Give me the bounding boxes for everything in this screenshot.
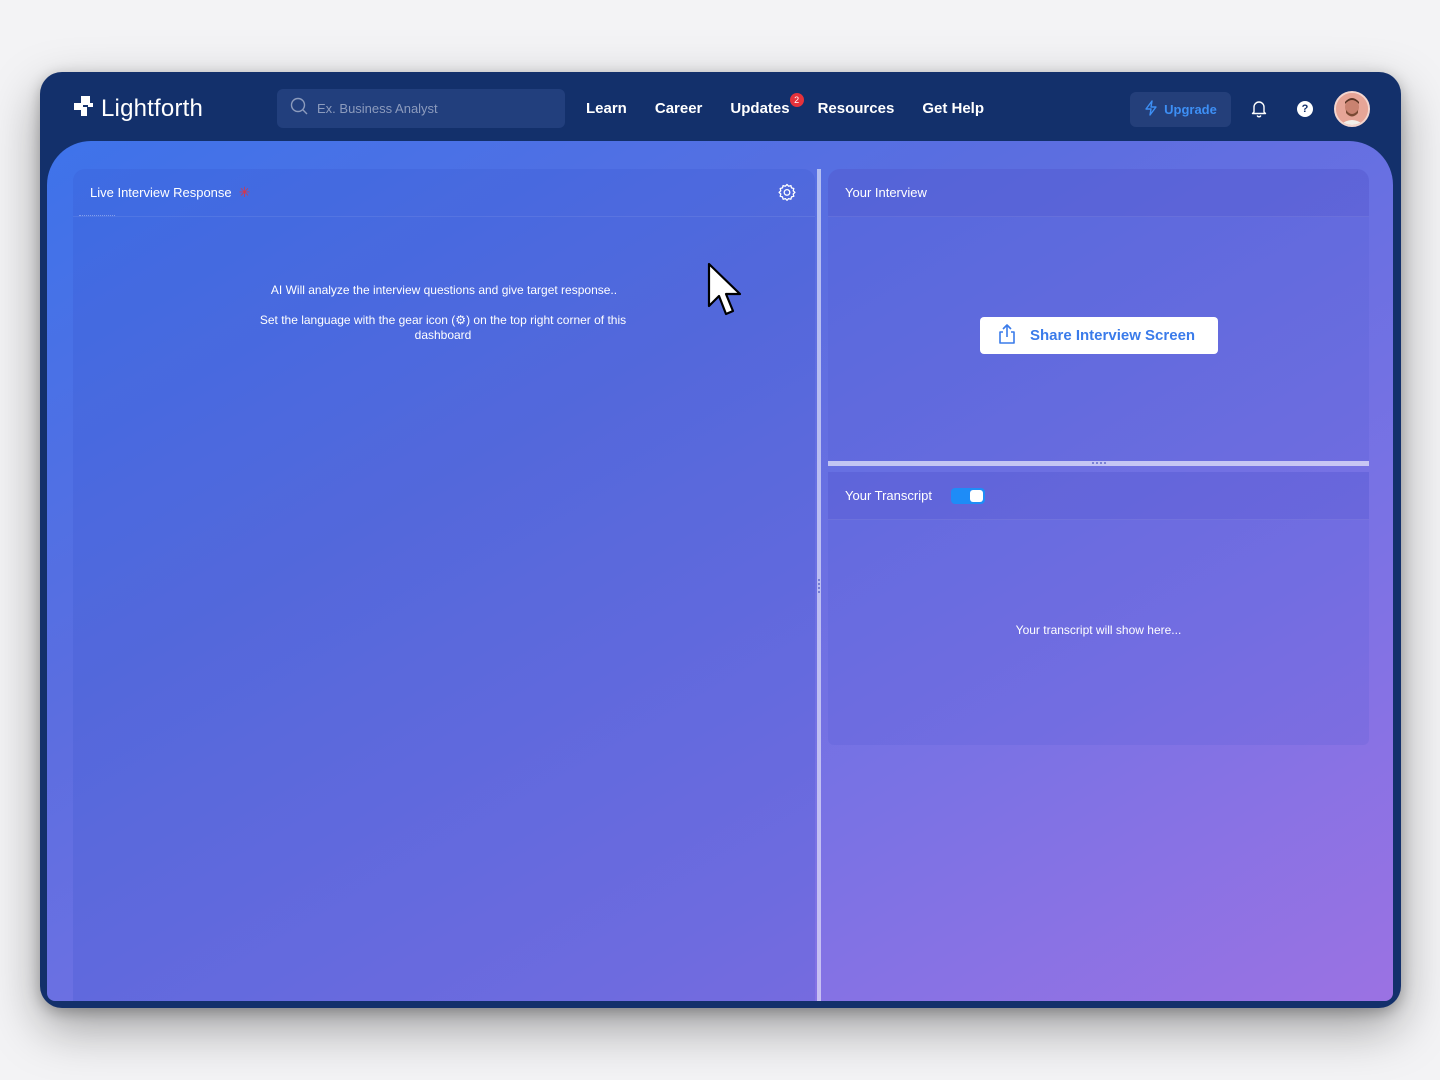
- vertical-resize-handle[interactable]: [817, 169, 821, 1001]
- ai-analyze-message: AI Will analyze the interview questions …: [270, 283, 618, 297]
- your-interview-header: Your Interview: [828, 169, 1369, 217]
- nav-item-resources[interactable]: Resources: [818, 100, 895, 117]
- main-nav: Learn Career Updates 2 Resources Get Hel…: [586, 93, 1012, 117]
- search-input[interactable]: [317, 101, 547, 116]
- transcript-toggle[interactable]: [950, 487, 985, 504]
- horizontal-resize-handle[interactable]: [828, 461, 1369, 466]
- nav-item-get-help[interactable]: Get Help: [922, 100, 984, 117]
- upgrade-label: Upgrade: [1164, 102, 1217, 117]
- logo-icon: [71, 94, 97, 123]
- share-interview-screen-button[interactable]: Share Interview Screen: [980, 317, 1218, 354]
- vertical-grip: [818, 579, 820, 593]
- help-icon[interactable]: ?: [1297, 101, 1313, 117]
- nav-item-updates[interactable]: Updates 2: [730, 93, 804, 117]
- updates-badge: 2: [789, 93, 804, 107]
- search-box[interactable]: [277, 89, 565, 128]
- loading-indicator: [79, 215, 115, 216]
- upgrade-button[interactable]: Upgrade: [1130, 92, 1231, 127]
- share-icon: [996, 323, 1018, 349]
- brand-name: Lightforth: [101, 94, 204, 122]
- bell-icon[interactable]: [1250, 99, 1268, 123]
- brand-logo[interactable]: Lightforth: [71, 94, 203, 123]
- your-transcript-header: Your Transcript: [828, 472, 1369, 520]
- nav-item-career[interactable]: Career: [655, 100, 703, 117]
- transcript-placeholder: Your transcript will show here...: [1015, 623, 1182, 637]
- your-transcript-panel: Your Transcript Your transcript will sho…: [828, 472, 1369, 745]
- your-transcript-title: Your Transcript: [845, 488, 932, 503]
- cursor-icon: [706, 262, 744, 327]
- live-indicator-icon: ✳: [238, 184, 251, 200]
- live-response-panel: Live Interview Response ✳ AI Will analyz…: [73, 169, 815, 1001]
- gear-icon[interactable]: [777, 183, 797, 206]
- avatar[interactable]: [1334, 91, 1370, 127]
- nav-item-updates-label: Updates: [730, 100, 790, 117]
- share-interview-label: Share Interview Screen: [1030, 327, 1196, 344]
- horizontal-grip: [1092, 462, 1106, 464]
- nav-item-learn[interactable]: Learn: [586, 100, 627, 117]
- language-hint-message: Set the language with the gear icon (⚙) …: [259, 313, 627, 342]
- bolt-icon: [1144, 100, 1158, 119]
- top-navbar: Lightforth Learn Career Updates 2 Resour…: [40, 72, 1401, 142]
- your-interview-panel: Your Interview Share Interview Screen: [828, 169, 1369, 461]
- your-interview-title: Your Interview: [845, 185, 927, 200]
- search-icon: [290, 97, 308, 120]
- app-window: Lightforth Learn Career Updates 2 Resour…: [40, 72, 1401, 1008]
- toggle-knob: [969, 489, 983, 502]
- live-response-header: Live Interview Response ✳: [73, 169, 815, 217]
- live-response-title: Live Interview Response: [90, 185, 232, 200]
